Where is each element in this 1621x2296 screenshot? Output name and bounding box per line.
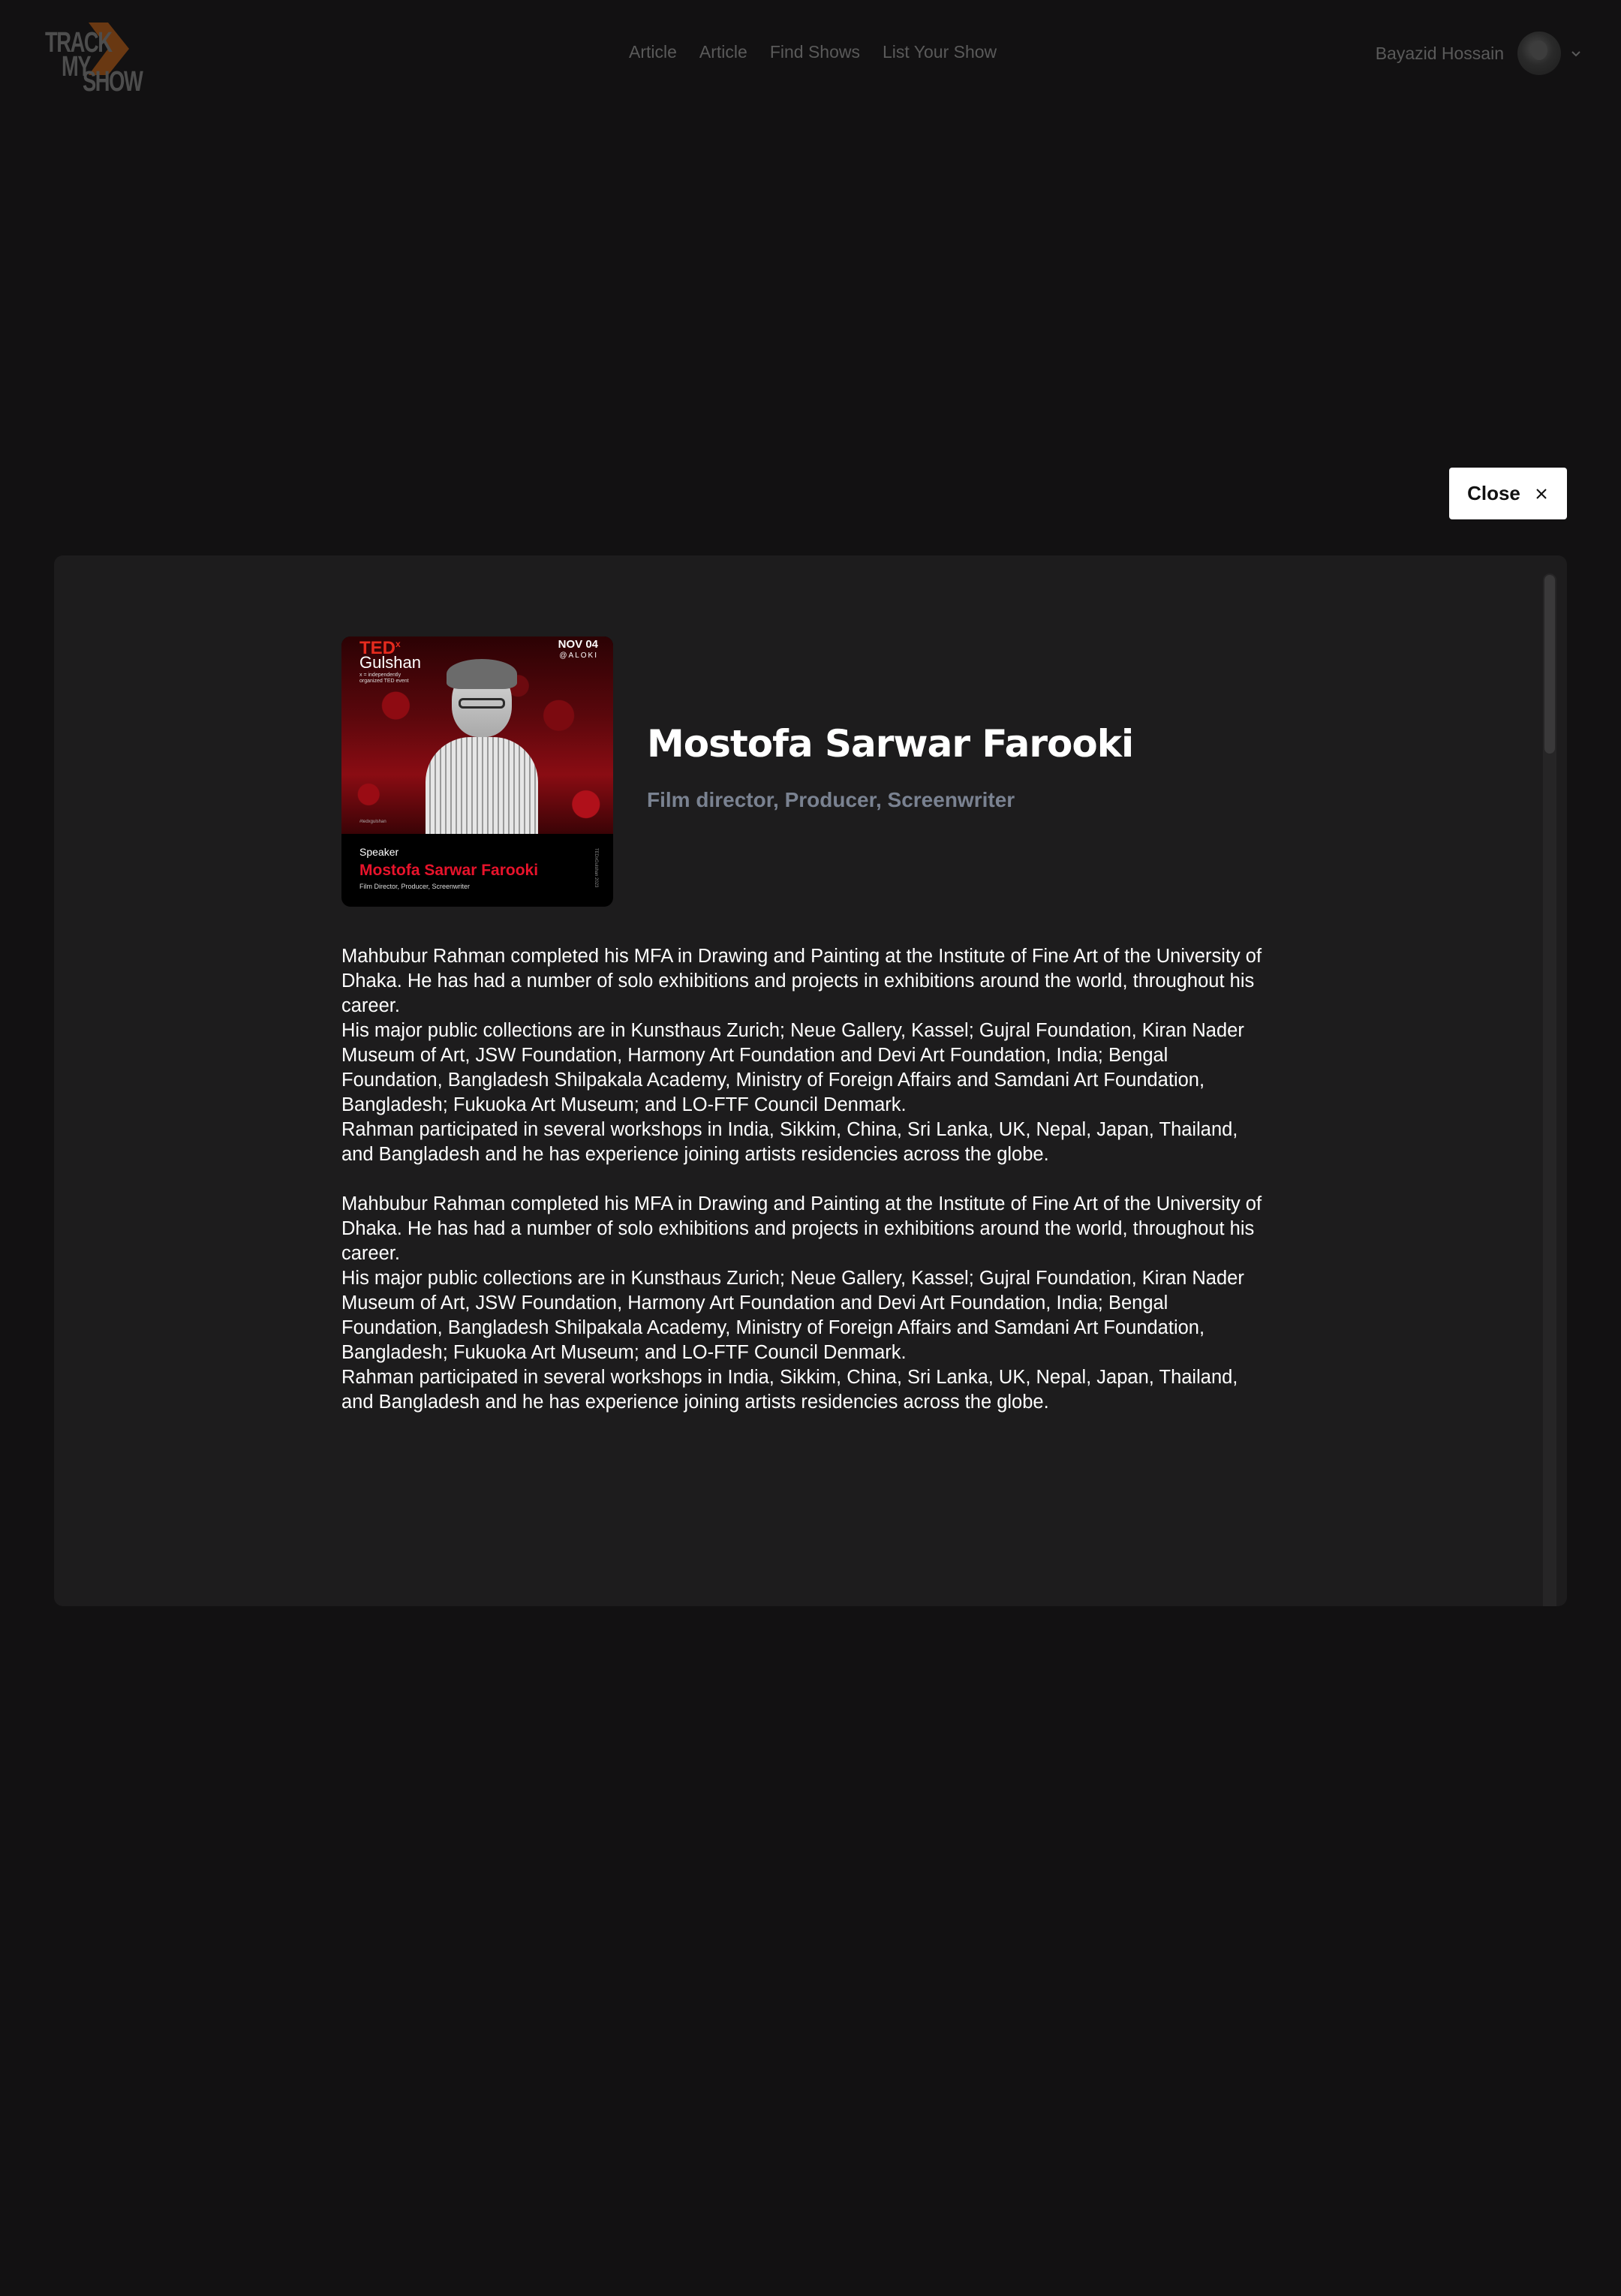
nav-link-article-1[interactable]: Article xyxy=(629,42,677,62)
poster-venue: @ALOKI xyxy=(559,651,598,660)
site-logo[interactable]: TRACK MY SHOW xyxy=(44,23,143,96)
poster-side-text: TEDxGulshan 2023 xyxy=(594,848,598,888)
logo-text-show: SHOW xyxy=(83,66,143,98)
poster-speaker-name: Mostofa Sarwar Farooki xyxy=(359,862,539,879)
avatar[interactable] xyxy=(1517,32,1561,75)
bio-paragraph: Rahman participated in several workshops… xyxy=(341,1119,1238,1165)
bio-paragraph: His major public collections are in Kuns… xyxy=(341,1020,1244,1115)
bio-paragraph: His major public collections are in Kuns… xyxy=(341,1268,1244,1363)
speaker-name: Mostofa Sarwar Farooki xyxy=(647,722,1134,766)
close-button-label: Close xyxy=(1467,482,1520,504)
poster-speaker-label: Speaker xyxy=(359,846,399,858)
chevron-down-icon[interactable] xyxy=(1568,46,1583,61)
main-nav: Article Article Find Shows List Your Sho… xyxy=(629,42,997,62)
poster-speaker-role: Film Director, Producer, Screenwriter xyxy=(359,883,471,890)
bio-section: Mahbubur Rahman completed his MFA in Dra… xyxy=(341,944,1272,1167)
speaker-poster-image: TEDx Gulshan x = independently organized… xyxy=(341,636,613,907)
speaker-bio: Mahbubur Rahman completed his MFA in Dra… xyxy=(341,944,1272,1415)
bio-paragraph: Rahman participated in several workshops… xyxy=(341,1367,1238,1413)
bio-paragraph: Mahbubur Rahman completed his MFA in Dra… xyxy=(341,946,1262,1016)
close-icon xyxy=(1536,488,1547,499)
poster-portrait xyxy=(426,659,538,834)
scrollbar-thumb[interactable] xyxy=(1544,575,1555,754)
poster-hashtag: #tedxgulshan xyxy=(359,820,386,824)
poster-event: Gulshan xyxy=(359,653,421,672)
poster-date: NOV 04 xyxy=(558,638,598,651)
nav-link-article-2[interactable]: Article xyxy=(699,42,747,62)
nav-link-list-your-show[interactable]: List Your Show xyxy=(883,42,997,62)
poster-tagline: x = independently organized TED event xyxy=(359,673,409,685)
nav-link-find-shows[interactable]: Find Shows xyxy=(770,42,860,62)
user-name: Bayazid Hossain xyxy=(1375,43,1504,63)
user-menu[interactable]: Bayazid Hossain xyxy=(1376,32,1583,75)
close-button[interactable]: Close xyxy=(1449,468,1567,519)
bio-section: Mahbubur Rahman completed his MFA in Dra… xyxy=(341,1192,1272,1415)
speaker-roles: Film director, Producer, Screenwriter xyxy=(647,788,1015,811)
modal-scrollbar[interactable] xyxy=(1543,573,1556,1606)
speaker-modal: TEDx Gulshan x = independently organized… xyxy=(54,555,1567,1606)
site-header: TRACK MY SHOW Article Article Find Shows… xyxy=(0,0,1621,113)
bio-paragraph: Mahbubur Rahman completed his MFA in Dra… xyxy=(341,1193,1262,1264)
